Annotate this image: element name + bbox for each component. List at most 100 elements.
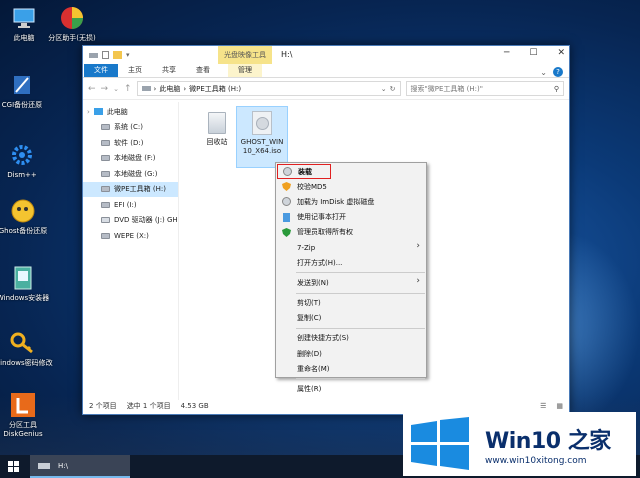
drive-icon[interactable] [89, 52, 98, 58]
tree-item-drive-g[interactable]: 本地磁盘 (G:) [83, 166, 178, 182]
expand-ribbon-icon[interactable]: ⌄ [540, 68, 553, 77]
disc-icon [283, 167, 292, 176]
menu-item-7zip[interactable]: 7-Zip › [276, 240, 426, 255]
start-button[interactable] [8, 461, 19, 472]
expand-icon[interactable]: › [87, 108, 90, 116]
menu-item-delete[interactable]: 删除(D) [276, 346, 426, 361]
tree-item-drive-h[interactable]: 微PE工具箱 (H:) [83, 181, 178, 197]
back-icon[interactable]: ← [88, 84, 96, 94]
menu-item-copy[interactable]: 复制(C) [276, 311, 426, 326]
refresh-icon[interactable]: ↻ [390, 85, 400, 93]
menu-item-cut[interactable]: 剪切(T) [276, 296, 426, 311]
menu-item-properties[interactable]: 属性(R) [276, 381, 426, 396]
menu-item-rename[interactable]: 重命名(M) [276, 361, 426, 376]
desktop-icon-cgi[interactable]: CGI备份还原 [0, 72, 52, 110]
desktop-icon-diskgenius[interactable]: 分区工具DiskGenius [0, 392, 53, 439]
tab-manage[interactable]: 管理 [228, 64, 262, 77]
tree-item-this-pc[interactable]: › 此电脑 [83, 104, 178, 120]
selected-count: 选中 1 个项目 [126, 402, 171, 410]
selected-size: 4.53 GB [180, 402, 209, 410]
ribbon-tabs: 文件 主页 共享 查看 管理 ⌄ ? [83, 64, 569, 78]
tab-view[interactable]: 查看 [186, 64, 220, 77]
computer-icon [11, 5, 37, 31]
desktop-icon-partition-assistant[interactable]: 分区助手(无损) [42, 5, 102, 43]
recycle-bin-icon [208, 112, 226, 134]
item-count: 2 个项目 [89, 402, 117, 410]
window-controls: ─ ☐ ✕ [504, 48, 565, 58]
desktop-icon-ghost[interactable]: Ghost备份还原 [0, 198, 53, 236]
windows-logo-icon [8, 461, 19, 472]
tree-item-drive-j[interactable]: DVD 驱动器 (J:) GH [83, 213, 178, 229]
file-item-iso[interactable]: GHOST_WIN10_X64.iso [236, 106, 288, 168]
drive-icon [101, 155, 110, 162]
drive-icon [38, 462, 50, 469]
notepad-icon [282, 212, 291, 222]
desktop-icon-dism[interactable]: Dism++ [0, 142, 52, 180]
tab-share[interactable]: 共享 [152, 64, 186, 77]
large-icons-view-icon[interactable]: ▦ [556, 402, 569, 410]
drive-icon [101, 124, 110, 131]
menu-separator [296, 327, 425, 329]
quick-access-toolbar: ▾ [83, 51, 130, 59]
taskbar-item-explorer[interactable]: H:\ [30, 455, 130, 478]
tree-item-drive-c[interactable]: 系统 (C:) [83, 120, 178, 136]
dvd-drive-icon [101, 217, 110, 224]
search-icon: ⚲ [553, 84, 559, 93]
close-icon[interactable]: ✕ [557, 48, 565, 58]
menu-separator [296, 272, 425, 274]
navigation-pane: › 此电脑 系统 (C:) 软件 (D:) 本地磁盘 (F:) 本地磁盘 (G:… [83, 102, 179, 400]
properties-icon[interactable] [102, 51, 109, 59]
address-drive-icon [141, 86, 151, 91]
disc-icon [282, 197, 291, 207]
brand-name: Win10 [485, 428, 561, 454]
menu-item-imdisk[interactable]: 加载为 ImDisk 虚拟磁盘 [276, 194, 426, 209]
menu-item-notepad[interactable]: 使用记事本打开 [276, 210, 426, 225]
drive-icon [101, 170, 110, 177]
diskgenius-icon [10, 392, 36, 418]
tree-item-drive-f[interactable]: 本地磁盘 (F:) [83, 151, 178, 167]
disc-image-icon [252, 111, 272, 135]
menu-item-take-ownership[interactable]: 管理员取得所有权 [276, 225, 426, 240]
address-dropdown-icon[interactable]: ⌄ [381, 85, 387, 93]
maximize-icon[interactable]: ☐ [529, 48, 537, 58]
up-icon[interactable]: ↑ [124, 84, 132, 94]
minimize-icon[interactable]: ─ [504, 48, 509, 58]
context-menu: 装载 校验MD5 加载为 ImDisk 虚拟磁盘 使用记事本打开 管理员取得所有… [275, 162, 427, 393]
partition-icon [59, 5, 85, 31]
submenu-arrow-icon: › [416, 240, 420, 251]
menu-item-open-with[interactable]: 打开方式(H)... [276, 255, 426, 270]
recent-dropdown-icon[interactable]: ⌄ [113, 85, 119, 93]
gear-icon [9, 142, 35, 168]
folder-icon[interactable] [113, 51, 122, 59]
help-icon[interactable]: ? [553, 67, 563, 77]
menu-item-send-to[interactable]: 发送到(N) › [276, 275, 426, 290]
shield-check-icon [282, 227, 291, 237]
tab-file[interactable]: 文件 [84, 64, 118, 77]
tree-item-drive-i[interactable]: EFI (I:) [83, 197, 178, 213]
drive-icon [101, 139, 110, 146]
tab-home[interactable]: 主页 [118, 64, 152, 77]
search-input[interactable]: 搜索"微PE工具箱 (H:)" ⚲ [405, 81, 564, 96]
window-title: H:\ [281, 50, 293, 59]
menu-item-create-shortcut[interactable]: 创建快捷方式(S) [276, 331, 426, 346]
installer-icon [10, 265, 36, 291]
brand-suffix: 之家 [567, 428, 612, 454]
forward-icon[interactable]: → [101, 84, 109, 94]
breadcrumb-this-pc[interactable]: 此电脑 [159, 84, 180, 94]
computer-icon [93, 108, 103, 116]
drive-icon [101, 201, 110, 208]
dropdown-icon[interactable]: ▾ [126, 51, 130, 59]
win10-watermark: Win10 之家 www.win10xitong.com [403, 412, 636, 476]
menu-item-md5[interactable]: 校验MD5 [276, 179, 426, 194]
manage-context-tab: 光盘映像工具 [218, 46, 272, 64]
drive-icon [101, 232, 110, 239]
menu-item-mount[interactable]: 装载 [277, 164, 331, 180]
tree-item-drive-d[interactable]: 软件 (D:) [83, 135, 178, 151]
address-bar[interactable]: › 此电脑 › 微PE工具箱 (H:) ⌄ ↻ [136, 81, 401, 96]
submenu-arrow-icon: › [416, 276, 420, 287]
tree-item-drive-x[interactable]: WEPE (X:) [83, 228, 178, 244]
desktop-icon-password[interactable]: Windows密码修改 [0, 330, 53, 368]
desktop-icon-windows-installer[interactable]: Windows安装器 [0, 265, 53, 303]
details-view-icon[interactable]: ☰ [540, 402, 546, 410]
breadcrumb-drive[interactable]: 微PE工具箱 (H:) [189, 84, 241, 94]
